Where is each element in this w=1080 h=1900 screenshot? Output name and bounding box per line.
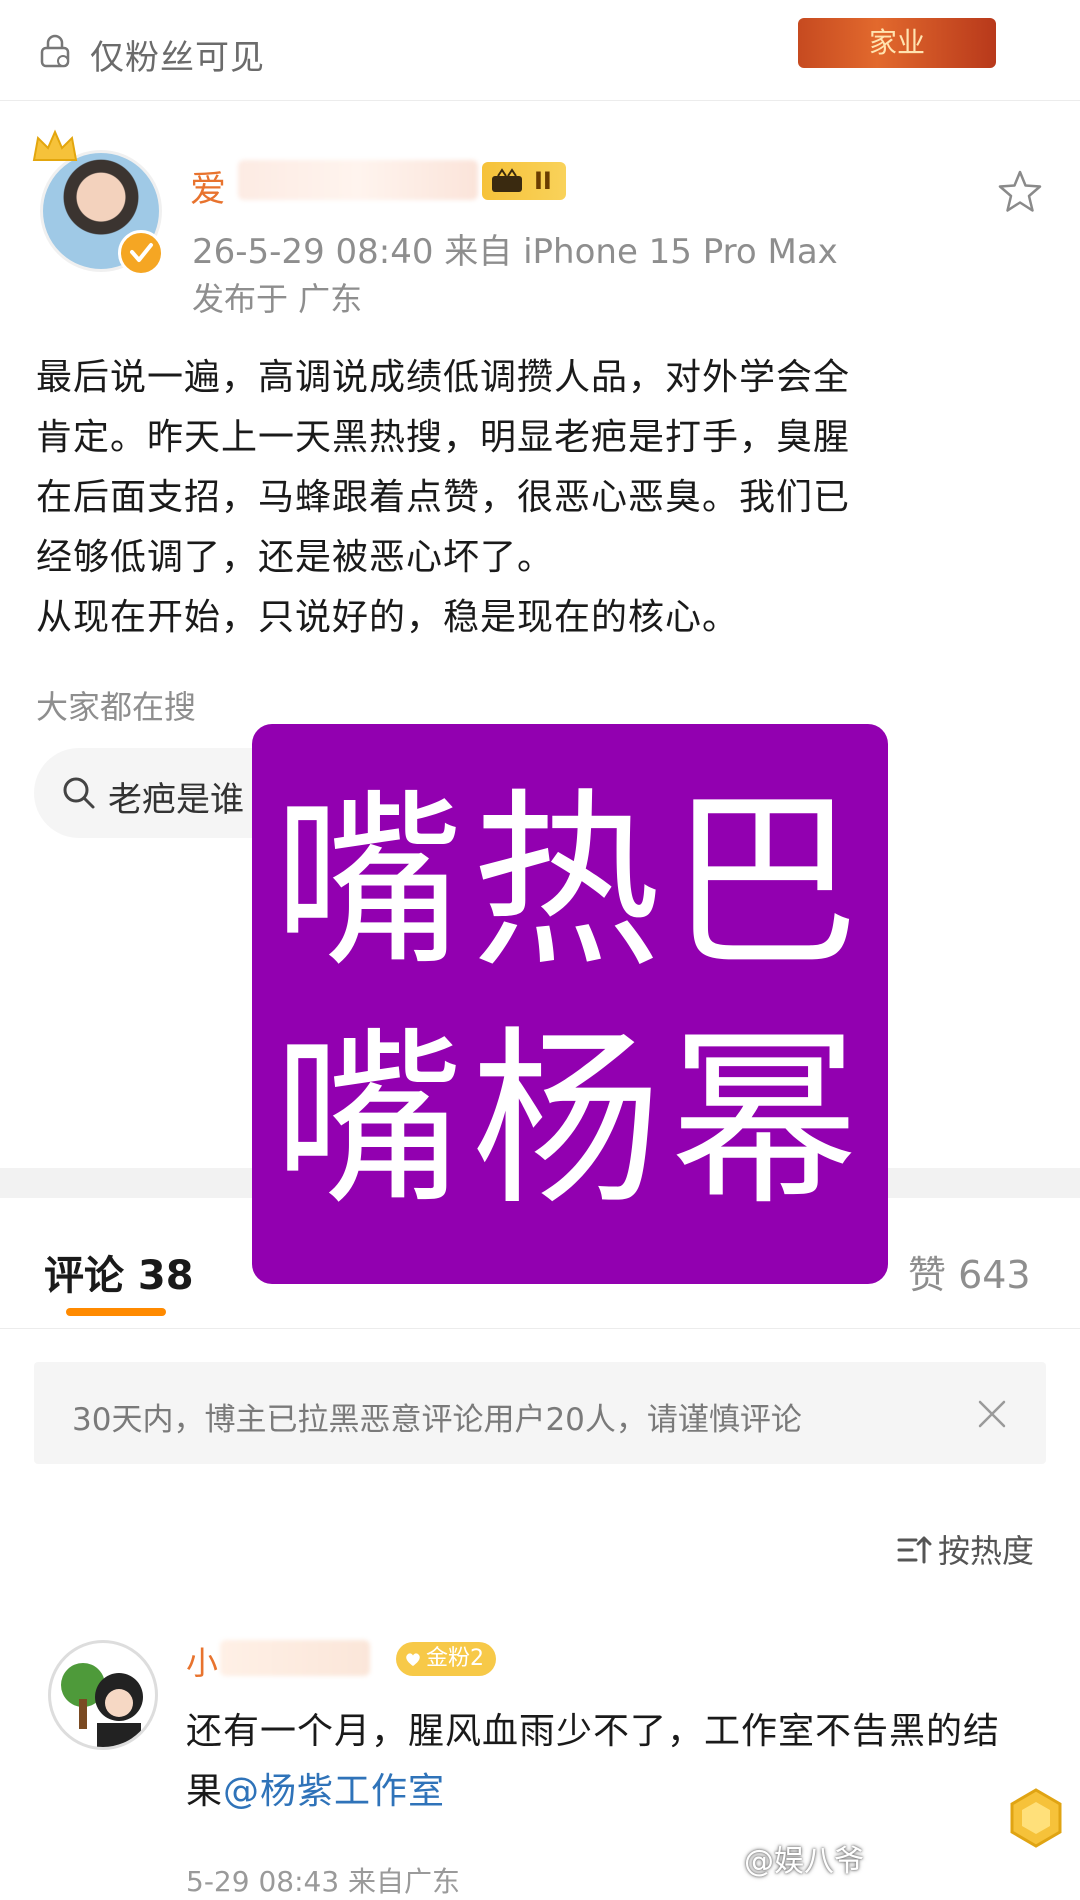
- weibo-logo-icon: [706, 1846, 738, 1870]
- close-icon[interactable]: [972, 1394, 1012, 1434]
- fan-medal-icon: [1010, 1788, 1062, 1848]
- fan-badge-text: 金粉2: [426, 1646, 484, 1671]
- sort-icon[interactable]: [896, 1534, 932, 1566]
- tabs-divider: [0, 1328, 1080, 1329]
- verified-icon: [118, 230, 164, 276]
- comment-meta: 5-29 08:43 来自广东: [186, 1865, 461, 1898]
- favorite-star-icon[interactable]: [996, 168, 1044, 216]
- level-badge: II: [482, 162, 566, 200]
- caption-line-2: 嘴杨幂: [272, 1010, 867, 1231]
- trending-label: 大家都在搜: [36, 688, 197, 726]
- comment-body: 还有一个月，腥风血雨少不了，工作室不告黑的结果@杨紫工作室: [186, 1702, 1016, 1822]
- commenter-name[interactable]: 小: [186, 1638, 218, 1684]
- commenter-avatar[interactable]: [48, 1640, 158, 1750]
- fan-badge: 金粉2: [396, 1642, 496, 1676]
- decorative-banner: 家业: [798, 18, 996, 68]
- moderation-notice-text: 30天内，博主已拉黑恶意评论用户20人，请谨慎评论: [72, 1402, 802, 1438]
- caption-line-1: 嘴热巴: [272, 772, 867, 993]
- post-location: 发布于 广东: [192, 280, 363, 318]
- visibility-label: 仅粉丝可见: [90, 38, 265, 78]
- active-tab-indicator: [66, 1308, 166, 1316]
- commenter-name-redaction: [220, 1640, 370, 1676]
- heart-icon: [406, 1653, 420, 1666]
- crown-icon: [32, 129, 78, 161]
- lock-icon: [40, 34, 70, 68]
- level-text: II: [534, 167, 552, 195]
- post-body: 最后说一遍，高调说成绩低调攒人品，对外学会全 肯定。昨天上一天黑热搜，明显老疤是…: [36, 357, 851, 638]
- sort-by-hot-button[interactable]: 按热度: [938, 1526, 1034, 1572]
- tab-likes[interactable]: 赞 643: [908, 1244, 1031, 1299]
- level-emblem-icon: [492, 168, 522, 192]
- watermark: @娱八爷: [744, 1844, 864, 1879]
- trending-chip-text[interactable]: 老疤是谁: [108, 772, 244, 821]
- tab-comments[interactable]: 评论 38: [44, 1243, 194, 1301]
- post-meta: 26-5-29 08:40 来自 iPhone 15 Pro Max: [192, 232, 838, 272]
- author-name[interactable]: 爱: [190, 160, 226, 212]
- search-icon: [63, 777, 95, 809]
- mention-link[interactable]: @杨紫工作室: [223, 1771, 445, 1812]
- username-redaction: [238, 160, 478, 200]
